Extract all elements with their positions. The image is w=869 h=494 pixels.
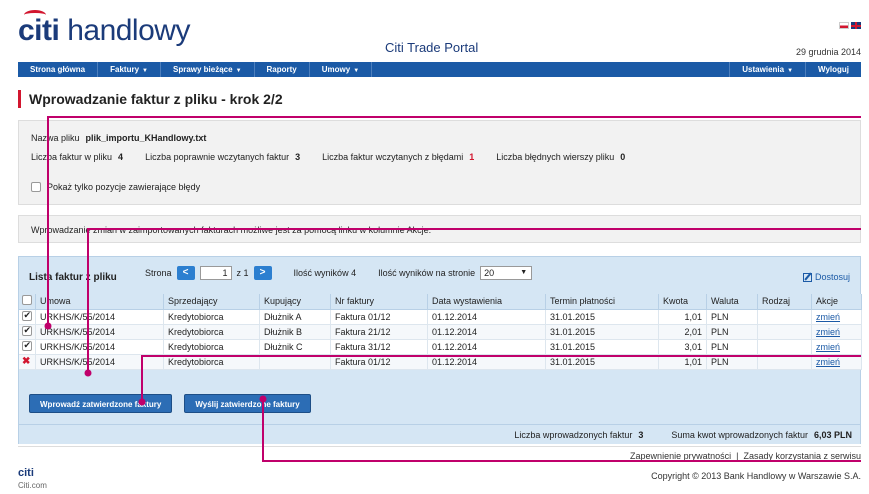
nav-item-settings[interactable]: Ustawienia ▼ [729,62,805,77]
nav-item-logout[interactable]: Wyloguj [805,62,861,77]
nav-item-contracts[interactable]: Umowy ▼ [310,62,373,77]
pager: Strona < 1 z 1 > Ilość wyników 4 Ilość w… [145,266,533,280]
privacy-link[interactable]: Zapewnienie prywatności [630,451,731,461]
info-text: Wprowadzanie zmian w zaimportowanych fak… [31,225,432,235]
col-actions: Akcje [811,294,862,310]
col-amount[interactable]: Kwota [658,294,707,310]
adjust-columns-link[interactable]: Dostosuj [802,272,850,282]
file-stats: Liczba faktur w pliku 4 Liczba poprawnie … [31,152,625,162]
header: citi handlowy Citi Trade Portal 29 grudn… [18,10,861,60]
col-buyer[interactable]: Kupujący [259,294,331,310]
select-all-checkbox[interactable] [22,295,32,306]
main-navigation: Strona główna Faktury ▼ Sprawy bieżące ▼ R… [18,62,861,77]
footer-citi-logo[interactable]: citi [18,467,34,479]
col-invoice-no[interactable]: Nr faktury [330,294,428,310]
col-issue-date[interactable]: Data wystawienia [427,294,546,310]
next-page-button[interactable]: > [253,266,272,280]
col-currency[interactable]: Waluta [706,294,758,310]
row-checkbox[interactable] [22,310,32,321]
language-switcher [839,22,861,29]
stat-valid: Liczba poprawnie wczytanych faktur 3 [145,152,301,162]
select-all-cell[interactable] [19,294,36,310]
results-count: Ilość wyników 4 [293,268,357,278]
table-row: URKHS/K/55/2014 Kredytobiorca Dłużnik B … [19,324,862,340]
nav-item-current-matters[interactable]: Sprawy bieżące ▼ [161,62,255,77]
chevron-down-icon: ▼ [520,269,528,276]
file-name-row: Nazwa pliku plik_importu_KHandlowy.txt [31,133,207,143]
error-x-icon: ✖ [22,356,31,367]
send-approved-invoices-button[interactable]: Wyślij zatwierdzone faktury [184,394,311,413]
col-type[interactable]: Rodzaj [757,294,812,310]
nav-item-invoices[interactable]: Faktury ▼ [98,62,161,77]
chevron-down-icon: ▼ [353,68,360,74]
current-date: 29 grudnia 2014 [795,47,861,57]
col-due-date[interactable]: Termin płatności [545,294,659,310]
edit-link[interactable]: zmień [816,327,840,337]
edit-link[interactable]: zmień [816,312,840,322]
page-title-wrap: Wprowadzanie faktur z pliku - krok 2/2 [18,89,283,109]
chevron-down-icon: ▼ [235,68,242,74]
edit-link[interactable]: zmień [816,342,840,352]
table-row: ✖ URKHS/K/55/2014 Kredytobiorca Faktura … [19,354,862,370]
edit-icon [802,272,812,282]
per-page-select[interactable]: 20 ▼ [480,266,533,280]
summary-amount: Suma kwot wprowadzonych faktur 6,03 PLN [671,430,852,440]
nav-item-home[interactable]: Strona główna [18,62,99,77]
row-checkbox[interactable] [22,325,32,336]
footer-citi-link[interactable]: Citi.com [18,481,47,490]
footer-links: Zapewnienie prywatności | Zasady korzyst… [630,451,861,461]
title-accent-bar [18,90,21,108]
citi-arc-icon [24,10,46,20]
prev-page-button[interactable]: < [176,266,195,280]
grid-toolbar: Lista faktur z pliku Strona < 1 z 1 > Il… [19,263,860,283]
stat-invalid-rows: Liczba błędnych wierszy pliku 0 [496,152,626,162]
citi-handlowy-logo[interactable]: citi handlowy [18,10,190,48]
file-summary-panel: Nazwa pliku plik_importu_KHandlowy.txt Li… [18,120,861,205]
stat-total: Liczba faktur w pliku 4 [31,152,124,162]
nav-item-reports[interactable]: Raporty [255,62,310,77]
file-name: plik_importu_KHandlowy.txt [85,133,207,143]
info-panel: Wprowadzanie zmian w zaimportowanych fak… [18,215,861,243]
show-errors-only-label: Pokaż tylko pozycje zawierające błędy [47,182,201,192]
grid-title: Lista faktur z pliku [29,272,117,283]
table-header-row: Umowa Sprzedający Kupujący Nr faktury Da… [19,294,862,310]
chevron-down-icon: ▼ [787,68,794,74]
invoice-table: Umowa Sprzedający Kupujący Nr faktury Da… [19,294,862,370]
english-flag-icon[interactable] [851,22,861,29]
row-checkbox[interactable] [22,340,32,351]
polish-flag-icon[interactable] [839,22,849,29]
copyright: Copyright © 2013 Bank Handlowy w Warszaw… [651,471,861,481]
edit-link[interactable]: zmień [816,357,840,367]
col-contract[interactable]: Umowa [35,294,164,310]
show-errors-only-row[interactable]: Pokaż tylko pozycje zawierające błędy [31,182,200,192]
col-seller[interactable]: Sprzedający [163,294,260,310]
portal-title: Citi Trade Portal [385,40,479,55]
page-title: Wprowadzanie faktur z pliku - krok 2/2 [29,91,283,107]
submit-approved-invoices-button[interactable]: Wprowadź zatwierdzone faktury [29,394,173,413]
page-number-input[interactable]: 1 [199,266,232,280]
invoice-grid-panel: Lista faktur z pliku Strona < 1 z 1 > Il… [18,256,862,444]
grid-summary: Liczba wprowadzonych faktur 3 Suma kwot w… [514,430,852,440]
table-row: URKHS/K/55/2014 Kredytobiorca Dłużnik C … [19,339,862,355]
grid-summary-bar: Liczba wprowadzonych faktur 3 Suma kwot w… [19,424,860,444]
page-footer: citi Citi.com Zapewnienie prywatności | … [18,446,861,494]
chevron-down-icon: ▼ [142,68,148,74]
terms-link[interactable]: Zasady korzystania z serwisu [743,451,861,461]
stat-errors: Liczba faktur wczytanych z błędami 1 [322,152,475,162]
show-errors-only-checkbox[interactable] [31,182,41,192]
summary-count: Liczba wprowadzonych faktur 3 [514,430,644,440]
grid-actions: Wprowadź zatwierdzone faktury Wyślij zat… [29,394,311,413]
table-row: URKHS/K/55/2014 Kredytobiorca Dłużnik A … [19,309,862,325]
